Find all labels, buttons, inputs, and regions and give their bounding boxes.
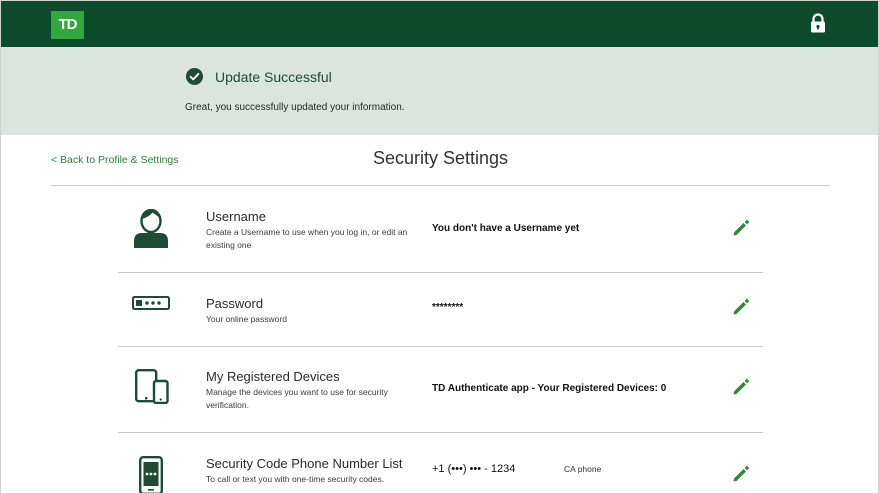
row-title: Security Code Phone Number List	[206, 456, 403, 471]
row-description: Create a Username to use when you log in…	[206, 227, 408, 250]
banner-title: Update Successful	[215, 69, 332, 85]
settings-row-password: Password Your online password ********	[118, 273, 763, 346]
pencil-icon[interactable]	[732, 298, 750, 316]
row-value: TD Authenticate app - Your Registered De…	[432, 383, 667, 394]
row-title: My Registered Devices	[206, 369, 340, 384]
success-banner: Update Successful Great, you successfull…	[1, 47, 878, 135]
devices-icon	[135, 369, 169, 404]
phone-type-label: CA phone	[564, 464, 602, 474]
settings-row-username: Username Create a Username to use when y…	[118, 186, 763, 272]
page: TD Update Successful Great, you successf…	[0, 0, 879, 494]
settings-row-phone-list: Security Code Phone Number List To call …	[118, 433, 763, 493]
pencil-icon[interactable]	[732, 219, 750, 237]
password-icon	[132, 296, 170, 310]
phone-icon	[139, 456, 163, 493]
lock-icon[interactable]	[809, 13, 827, 33]
settings-row-registered-devices: My Registered Devices Manage the devices…	[118, 347, 763, 432]
row-value: You don't have a Username yet	[432, 223, 580, 234]
row-title: Username	[206, 209, 266, 224]
row-description: Manage the devices you want to use for s…	[206, 387, 388, 410]
row-value: ********	[432, 302, 464, 313]
td-logo[interactable]: TD	[51, 11, 84, 39]
pencil-icon[interactable]	[732, 378, 750, 396]
pencil-icon[interactable]	[732, 465, 750, 483]
page-title: Security Settings	[372, 148, 509, 168]
row-description: Your online password	[206, 314, 287, 324]
banner-message: Great, you successfully updated your inf…	[185, 102, 405, 113]
top-bar: TD	[1, 1, 878, 47]
user-icon	[134, 209, 168, 248]
row-value: +1 (•••) ••• - 1234	[432, 463, 516, 475]
row-title: Password	[206, 296, 264, 311]
row-description: To call or text you with one-time securi…	[206, 474, 385, 484]
check-circle-icon	[186, 68, 203, 85]
